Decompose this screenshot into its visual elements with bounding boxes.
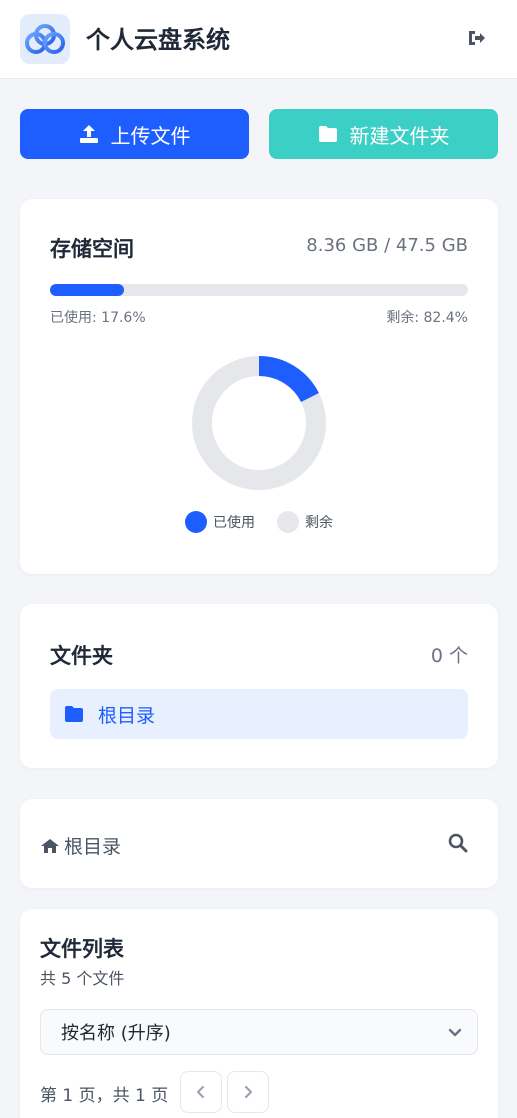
app-header: 个人云盘系统	[0, 0, 517, 79]
legend-used[interactable]: 已使用	[185, 511, 255, 533]
home-icon	[41, 838, 59, 853]
new-folder-label: 新建文件夹	[349, 123, 450, 148]
file-list-card: 文件列表 共 5 个文件 按名称 (升序) 第 1 页，共 1 页	[20, 909, 498, 1118]
new-folder-button[interactable]: 新建文件夹	[269, 109, 498, 159]
folders-title: 文件夹	[50, 644, 113, 668]
sign-out-icon[interactable]	[466, 28, 490, 50]
folder-icon	[318, 126, 337, 142]
storage-title: 存储空间	[50, 237, 134, 261]
legend-free-swatch	[277, 511, 299, 533]
upload-icon	[79, 125, 98, 143]
file-list-title: 文件列表	[40, 937, 124, 961]
upload-file-button[interactable]: 上传文件	[20, 109, 249, 159]
sort-select[interactable]: 按名称 (升序)	[40, 1009, 478, 1055]
donut-legend: 已使用 剩余	[20, 511, 498, 533]
previous-page-button[interactable]	[180, 1071, 222, 1113]
folders-count: 0 个	[430, 645, 468, 667]
folder-icon	[65, 706, 83, 722]
upload-file-label: 上传文件	[110, 123, 191, 148]
search-icon[interactable]	[448, 833, 470, 855]
storage-progress-bar	[50, 284, 468, 296]
legend-free-label: 剩余	[305, 515, 333, 531]
legend-free[interactable]: 剩余	[277, 511, 333, 533]
breadcrumb[interactable]: 根目录	[40, 832, 121, 859]
legend-used-label: 已使用	[213, 515, 255, 531]
page-info: 第 1 页，共 1 页	[40, 1086, 169, 1106]
sort-select-value: 按名称 (升序)	[61, 1023, 171, 1044]
free-percent-text: 剩余: 82.4%	[386, 310, 468, 326]
used-percent-text: 已使用: 17.6%	[50, 310, 146, 326]
breadcrumb-root-label: 根目录	[64, 836, 122, 858]
chevron-down-icon	[448, 1028, 462, 1037]
storage-progress-fill	[50, 284, 124, 296]
chevron-right-icon	[244, 1085, 253, 1099]
storage-card: 存储空间 8.36 GB / 47.5 GB 已使用: 17.6% 剩余: 82…	[20, 199, 498, 574]
file-list-count: 共 5 个文件	[40, 969, 125, 988]
folders-card: 文件夹 0 个 根目录	[20, 604, 498, 768]
legend-used-swatch	[185, 511, 207, 533]
path-card: 根目录	[20, 799, 498, 888]
storage-donut-chart	[192, 356, 326, 490]
next-page-button[interactable]	[227, 1071, 269, 1113]
root-folder-label: 根目录	[98, 704, 156, 727]
cloud-logo-icon	[20, 14, 70, 64]
root-folder-item[interactable]: 根目录	[50, 689, 468, 739]
app-title: 个人云盘系统	[86, 26, 230, 54]
chevron-left-icon	[196, 1085, 205, 1099]
storage-amount: 8.36 GB / 47.5 GB	[306, 235, 468, 256]
